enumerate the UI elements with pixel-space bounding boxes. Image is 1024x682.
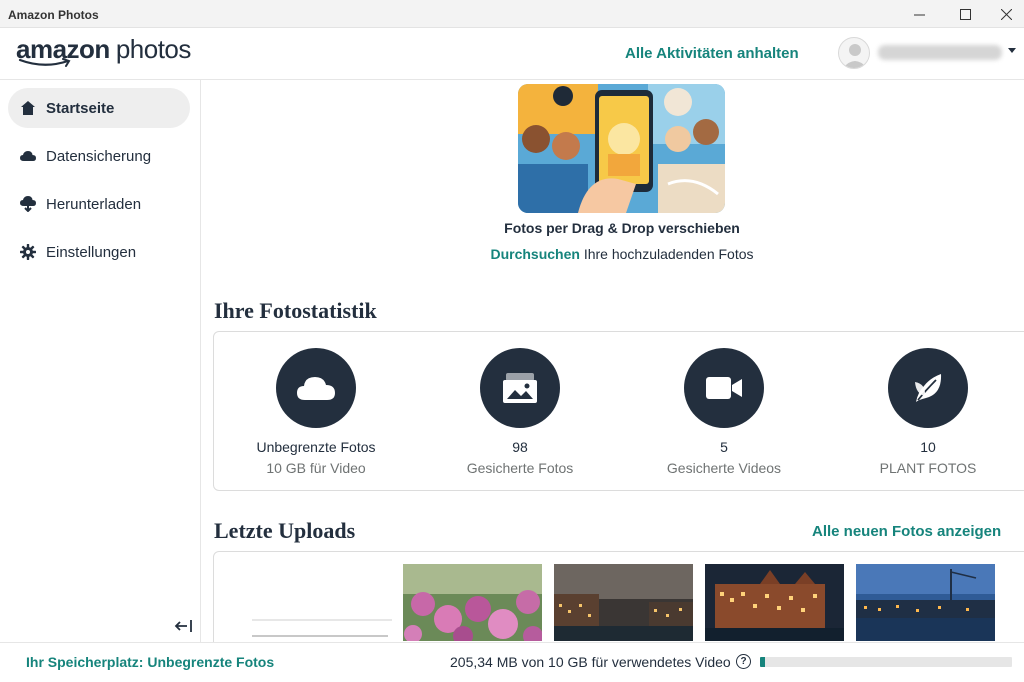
- app-header: amazon photos Alle Aktivitäten anhalten: [0, 28, 1024, 80]
- minimize-button[interactable]: [896, 0, 942, 28]
- user-menu-caret-icon[interactable]: [1008, 48, 1016, 53]
- window-title: Amazon Photos: [8, 8, 99, 22]
- sidebar-item-startseite[interactable]: Startseite: [8, 88, 190, 128]
- help-icon[interactable]: ?: [736, 654, 751, 669]
- stat-videos[interactable]: 5 Gesicherte Videos: [622, 332, 826, 492]
- sidebar-item-einstellungen[interactable]: Einstellungen: [8, 232, 190, 272]
- leaf-icon: [888, 348, 968, 428]
- stat-label: PLANT FOTOS: [879, 460, 977, 476]
- user-avatar[interactable]: [838, 37, 870, 69]
- main-content: Fotos per Drag & Drop verschieben Durchs…: [202, 80, 1024, 642]
- amazon-smile-icon: [18, 58, 71, 67]
- cloud-icon: [19, 147, 37, 165]
- upload-thumbnail-document[interactable]: [252, 617, 392, 642]
- storage-usage-bar: [760, 657, 1012, 667]
- pause-all-link[interactable]: Alle Aktivitäten anhalten: [625, 45, 799, 62]
- drag-drop-subtitle: Durchsuchen Ihre hochzuladenden Fotos: [202, 246, 1024, 262]
- close-icon: [1000, 8, 1012, 20]
- upload-thumbnail-harbour-dusk[interactable]: [856, 564, 995, 641]
- stat-photos[interactable]: 98 Gesicherte Fotos: [418, 332, 622, 492]
- maximize-button[interactable]: [942, 0, 988, 28]
- status-footer: Ihr Speicherplatz: Unbegrenzte Fotos 205…: [0, 642, 1024, 682]
- logo-product-text: photos: [115, 34, 192, 64]
- cloud-download-icon: [19, 195, 37, 213]
- drag-drop-title: Fotos per Drag & Drop verschieben: [504, 220, 740, 236]
- photos-icon: [480, 348, 560, 428]
- storage-usage-text: 205,34 MB von 10 GB für verwendetes Vide…: [450, 654, 731, 670]
- user-icon: [843, 44, 867, 68]
- minimize-icon: [913, 14, 925, 15]
- collapse-sidebar-button[interactable]: [174, 617, 194, 635]
- stat-value: 10: [920, 439, 936, 455]
- sidebar-item-herunterladen[interactable]: Herunterladen: [8, 184, 190, 224]
- stat-value: Unbegrenzte Fotos: [256, 439, 376, 455]
- stats-card: Unbegrenzte Fotos 10 GB für Video 98 Ges…: [213, 331, 1024, 491]
- video-camera-icon: [684, 348, 764, 428]
- upload-thumbnail-flowers[interactable]: [403, 564, 542, 641]
- sidebar-item-label: Datensicherung: [46, 147, 152, 165]
- show-all-new-photos-link[interactable]: Alle neuen Fotos anzeigen: [812, 523, 1001, 540]
- upload-thumbnail-city-night-1[interactable]: [554, 564, 693, 641]
- sidebar: Startseite Datensicherung Herunterladen …: [0, 80, 201, 642]
- stat-value: 5: [720, 439, 728, 455]
- user-name-blurred[interactable]: [878, 45, 1002, 60]
- gear-icon: [19, 243, 37, 261]
- close-button[interactable]: [988, 0, 1024, 28]
- stat-storage[interactable]: Unbegrenzte Fotos 10 GB für Video: [214, 332, 418, 492]
- sidebar-item-datensicherung[interactable]: Datensicherung: [8, 136, 190, 176]
- stat-value: 98: [512, 439, 528, 455]
- sidebar-item-label: Einstellungen: [46, 243, 137, 261]
- browse-suffix-text: Ihre hochzuladenden Fotos: [579, 246, 754, 262]
- window-titlebar: Amazon Photos: [0, 0, 1024, 28]
- home-icon: [19, 99, 37, 117]
- stat-plants[interactable]: 10 PLANT FOTOS: [826, 332, 1024, 492]
- browse-link[interactable]: Durchsuchen: [490, 246, 579, 262]
- cloud-icon: [276, 348, 356, 428]
- storage-plan-link[interactable]: Ihr Speicherplatz: Unbegrenzte Fotos: [26, 654, 274, 670]
- uploads-section-title: Letzte Uploads: [214, 518, 356, 543]
- stats-section-title: Ihre Fotostatistik: [214, 298, 377, 323]
- stat-label: Gesicherte Fotos: [466, 460, 574, 476]
- sidebar-item-label: Startseite: [46, 99, 115, 117]
- collapse-arrow-icon: [174, 620, 192, 632]
- sidebar-item-label: Herunterladen: [46, 195, 142, 213]
- recent-uploads-strip: [213, 551, 1024, 642]
- maximize-icon: [959, 8, 971, 20]
- stat-label: Gesicherte Videos: [666, 460, 782, 476]
- drag-drop-illustration[interactable]: [518, 84, 725, 213]
- stat-label: 10 GB für Video: [266, 460, 366, 476]
- upload-thumbnail-city-night-2[interactable]: [705, 564, 844, 641]
- storage-usage-fill: [760, 657, 766, 667]
